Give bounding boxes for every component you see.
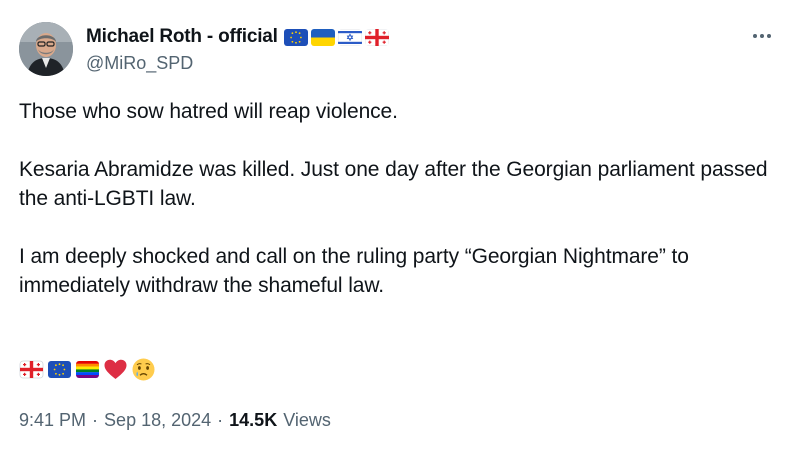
red-heart-icon [104,359,127,379]
tweet-card: Michael Roth - official @MiRo_SPD Those … [0,0,800,456]
author-handle[interactable]: @MiRo_SPD [86,53,193,74]
tweet-text: Those who sow hatred will reap violence.… [19,97,779,300]
tweet-paragraph: Those who sow hatred will reap violence. [19,100,398,123]
georgia-flag-icon [364,28,389,46]
meta-separator: · [217,410,224,430]
more-dot-icon [753,34,757,38]
eu-flag-icon [283,28,308,46]
tweet-date[interactable]: Sep 18, 2024 [104,410,211,431]
tweet-paragraph: Kesaria Abramidze was killed. Just one d… [19,158,768,210]
ukraine-flag-icon [310,28,335,46]
more-options-button[interactable] [748,26,776,46]
more-dot-icon [760,34,764,38]
crying-face-icon [132,358,155,381]
author-flags [283,28,389,46]
views-count: 14.5K [229,410,278,430]
author-display-name[interactable]: Michael Roth - official [86,26,278,48]
eu-flag-icon [48,361,71,378]
views-label: Views [283,410,331,430]
meta-separator: · [92,410,99,430]
georgia-flag-icon [19,360,44,379]
author-name-row: Michael Roth - official [86,24,389,50]
israel-flag-icon [337,28,362,46]
tweet-time[interactable]: 9:41 PM [19,410,86,431]
avatar[interactable] [19,22,73,76]
tweet-meta: 9:41 PM · Sep 18, 2024 · 14.5K Views [19,410,331,431]
rainbow-flag-icon [76,361,99,378]
tweet-paragraph: I am deeply shocked and call on the ruli… [19,245,689,297]
more-dot-icon [767,34,771,38]
emoji-row [19,357,156,382]
